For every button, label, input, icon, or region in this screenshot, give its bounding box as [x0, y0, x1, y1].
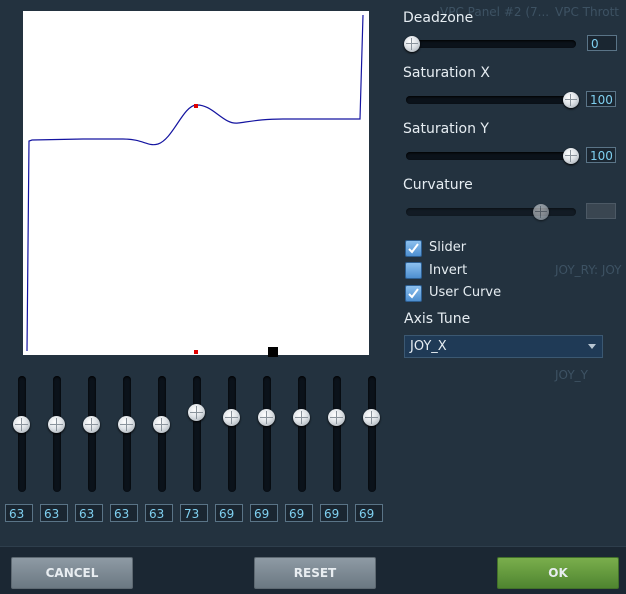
- curve-point-slider-1[interactable]: [18, 376, 26, 492]
- curve-point-slider-knob-1[interactable]: [13, 416, 30, 433]
- curve-point-slider-knob-11[interactable]: [363, 409, 380, 426]
- checkmark-icon: [408, 243, 419, 254]
- response-curve-line: [26, 14, 364, 352]
- curve-point-value-field-9[interactable]: 69: [285, 504, 313, 522]
- deadzone-value-field[interactable]: 0: [587, 35, 617, 51]
- response-curve-graph[interactable]: [23, 11, 369, 355]
- curve-active-point[interactable]: [194, 104, 198, 108]
- curve-point-slider-11[interactable]: [368, 376, 376, 492]
- invert-checkbox-label: Invert: [429, 263, 468, 278]
- curve-point-value-field-3[interactable]: 63: [75, 504, 103, 522]
- curve-point-slider-knob-4[interactable]: [118, 416, 135, 433]
- curvature-slider-knob: [533, 204, 549, 220]
- input-position-marker: [194, 350, 198, 354]
- curve-point-slider-knob-9[interactable]: [293, 409, 310, 426]
- cancel-button[interactable]: CANCEL: [11, 557, 133, 589]
- curve-point-slider-9[interactable]: [298, 376, 306, 492]
- curve-point-slider-3[interactable]: [88, 376, 96, 492]
- axis-tune-selected-value: JOY_X: [410, 339, 447, 354]
- deadzone-slider-knob[interactable]: [404, 36, 420, 52]
- dropdown-arrow-icon[interactable]: [588, 344, 596, 349]
- curve-point-slider-knob-5[interactable]: [153, 416, 170, 433]
- ghost-device-label-2: VPC Thrott: [555, 5, 619, 19]
- axis-tune-dropdown[interactable]: JOY_X: [404, 335, 603, 358]
- curve-point-slider-5[interactable]: [158, 376, 166, 492]
- curvature-label: Curvature: [403, 177, 473, 193]
- curve-point-slider-10[interactable]: [333, 376, 341, 492]
- curve-point-slider-knob-3[interactable]: [83, 416, 100, 433]
- slider-checkbox[interactable]: [405, 240, 422, 257]
- saturation-x-label: Saturation X: [403, 65, 491, 81]
- curve-point-slider-7[interactable]: [228, 376, 236, 492]
- curve-point-value-field-7[interactable]: 69: [215, 504, 243, 522]
- saturation-y-slider-knob[interactable]: [563, 148, 579, 164]
- saturation-x-value-field[interactable]: 100: [586, 91, 616, 107]
- ghost-axis-label-2: JOY_Y: [555, 368, 588, 382]
- curve-point-slider-knob-8[interactable]: [258, 409, 275, 426]
- curve-point-slider-2[interactable]: [53, 376, 61, 492]
- axis-tune-label: Axis Tune: [404, 311, 471, 327]
- curve-point-slider-knob-2[interactable]: [48, 416, 65, 433]
- curve-point-value-field-11[interactable]: 69: [355, 504, 383, 522]
- curvature-slider: [406, 208, 576, 216]
- deadzone-label: Deadzone: [403, 10, 474, 26]
- ok-button[interactable]: OK: [497, 557, 619, 589]
- reset-button[interactable]: RESET: [254, 557, 376, 589]
- curve-point-value-field-2[interactable]: 63: [40, 504, 68, 522]
- output-position-marker: [268, 347, 278, 357]
- invert-checkbox[interactable]: [405, 262, 422, 279]
- curve-point-value-field-1[interactable]: 63: [5, 504, 33, 522]
- curve-point-value-field-4[interactable]: 63: [110, 504, 138, 522]
- curve-point-value-field-8[interactable]: 69: [250, 504, 278, 522]
- checkmark-icon: [408, 288, 419, 299]
- curve-point-slider-8[interactable]: [263, 376, 271, 492]
- curve-point-value-field-6[interactable]: 73: [180, 504, 208, 522]
- curve-point-slider-6[interactable]: [193, 376, 201, 492]
- response-curve-svg: [26, 14, 364, 352]
- curvature-value-field: [586, 203, 616, 219]
- slider-checkbox-label: Slider: [429, 240, 467, 255]
- curve-point-slider-4[interactable]: [123, 376, 131, 492]
- deadzone-slider[interactable]: [406, 40, 576, 48]
- user-curve-checkbox[interactable]: [405, 285, 422, 302]
- saturation-x-slider-knob[interactable]: [563, 92, 579, 108]
- curve-point-slider-knob-10[interactable]: [328, 409, 345, 426]
- ghost-axis-label: JOY_RY: JOY: [555, 263, 622, 277]
- curve-point-value-field-5[interactable]: 63: [145, 504, 173, 522]
- saturation-y-slider[interactable]: [406, 152, 576, 160]
- user-curve-checkbox-label: User Curve: [429, 285, 502, 300]
- curve-point-slider-knob-6[interactable]: [188, 404, 205, 421]
- curve-point-value-field-10[interactable]: 69: [320, 504, 348, 522]
- saturation-y-label: Saturation Y: [403, 121, 489, 137]
- saturation-y-value-field[interactable]: 100: [586, 147, 616, 163]
- saturation-x-slider[interactable]: [406, 96, 576, 104]
- curve-point-slider-knob-7[interactable]: [223, 409, 240, 426]
